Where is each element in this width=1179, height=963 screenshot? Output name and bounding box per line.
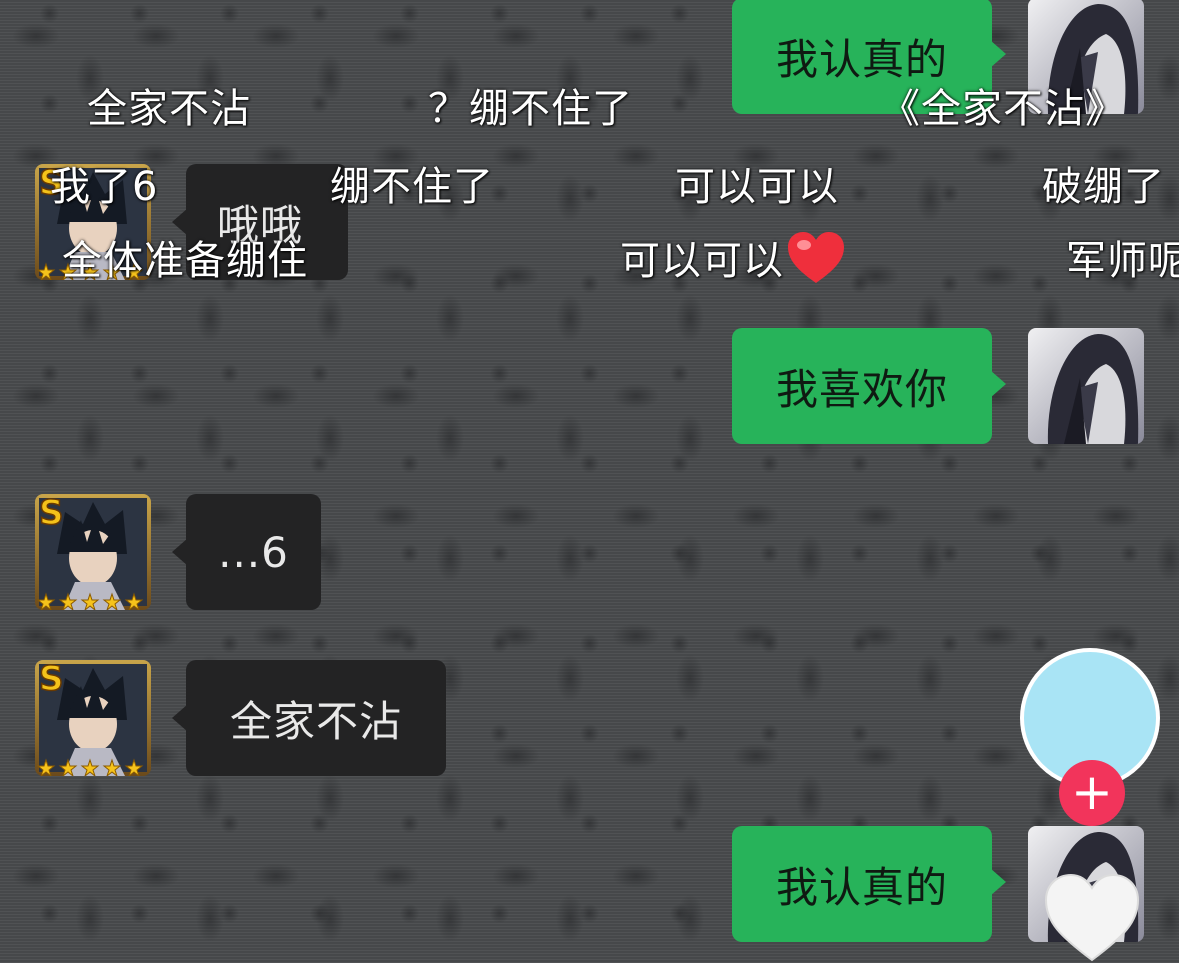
svg-text:S: S xyxy=(39,494,64,533)
danmaku-comment: 《全家不沾》 xyxy=(880,86,1126,132)
message-text: 全家不沾 xyxy=(229,696,402,746)
danmaku-comment-with-heart: 可以可以 xyxy=(620,228,846,295)
message-text: 我认真的 xyxy=(775,862,948,912)
chat-bubble-received[interactable]: ...6 xyxy=(172,494,321,610)
danmaku-comment: 绷不住了 xyxy=(330,164,494,210)
danmaku-comment: 军师呢 xyxy=(1066,238,1179,284)
danmaku-comment: 可以可以 xyxy=(675,164,839,210)
hooded-character-avatar-icon[interactable] xyxy=(1028,328,1144,444)
red-heart-emoji-icon xyxy=(786,231,846,295)
message-text: ...6 xyxy=(218,527,289,577)
danmaku-comment: 全体准备绷住 xyxy=(62,238,308,284)
message-text: 我喜欢你 xyxy=(775,364,948,414)
heart-icon[interactable] xyxy=(1042,872,1142,963)
chat-bubble-sent[interactable]: 我喜欢你 xyxy=(732,328,1006,444)
plus-icon[interactable]: + xyxy=(1059,760,1125,826)
danmaku-comment: 全家不沾 xyxy=(87,86,251,132)
danmaku-text: 可以可以 xyxy=(620,238,784,284)
chat-bubble-sent[interactable]: 我认真的 xyxy=(732,826,1006,942)
svg-text:S: S xyxy=(39,660,64,699)
ninja-character-avatar-icon[interactable]: S xyxy=(35,494,151,610)
chat-bubble-received[interactable]: 全家不沾 xyxy=(172,660,446,776)
ninja-character-avatar-icon[interactable]: S xyxy=(35,660,151,776)
danmaku-comment: 我了6 xyxy=(50,164,159,210)
danmaku-comment: ？绷不住了 xyxy=(428,86,633,132)
danmaku-comment: 破绷了 xyxy=(1042,164,1165,210)
